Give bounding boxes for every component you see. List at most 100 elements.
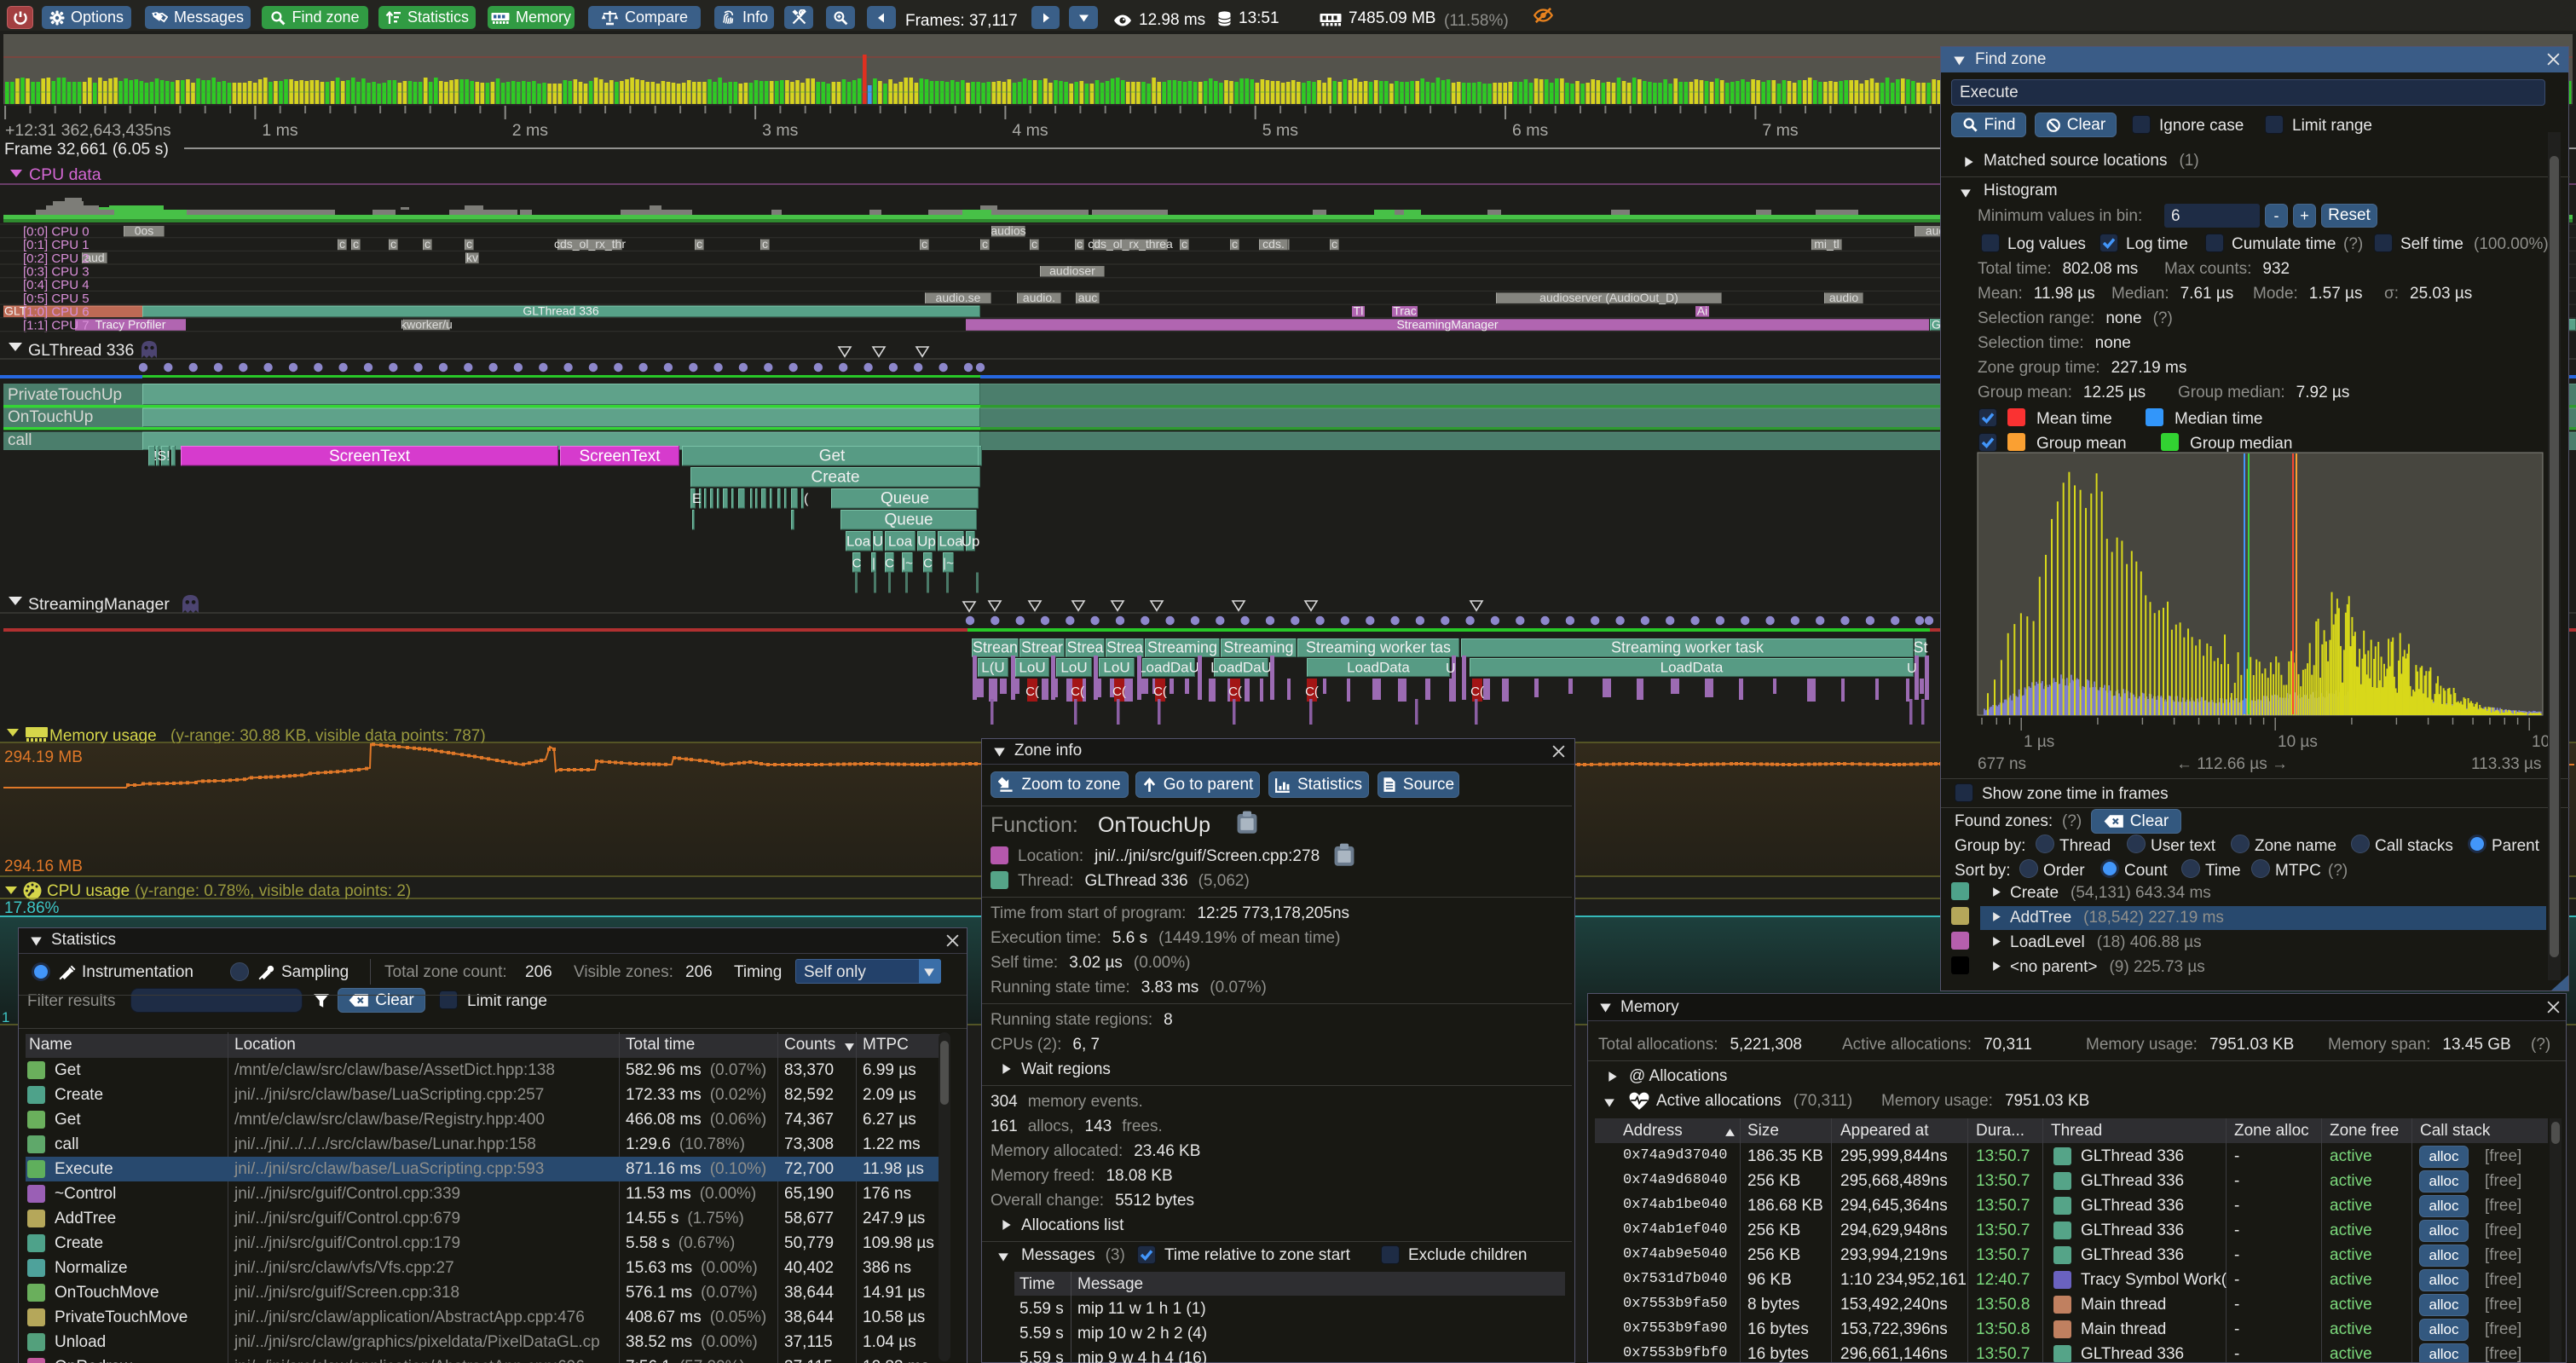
svg-text:Strean: Strean bbox=[973, 639, 1018, 656]
svg-text:[0:5] CPU 5: [0:5] CPU 5 bbox=[23, 292, 90, 306]
svg-text:Strea: Strea bbox=[1106, 639, 1144, 656]
svg-text:audioser: audioser bbox=[1049, 264, 1095, 278]
svg-text:C: C bbox=[852, 556, 862, 570]
svg-text:audio.: audio. bbox=[1023, 291, 1055, 304]
svg-text:(y-range: 0.78%, visible data: (y-range: 0.78%, visible data points: 2) bbox=[135, 882, 411, 900]
svg-text:c: c bbox=[921, 237, 927, 251]
svg-text:17.86%: 17.86% bbox=[4, 899, 60, 917]
svg-text:1 ms: 1 ms bbox=[262, 121, 298, 140]
svg-text:Streaming worker tas: Streaming worker tas bbox=[1306, 639, 1451, 656]
svg-text:5 ms: 5 ms bbox=[1262, 121, 1299, 140]
svg-text:C: C bbox=[885, 556, 894, 570]
svg-text:Tl: Tl bbox=[1354, 304, 1364, 318]
svg-text:!S!: !S! bbox=[153, 449, 170, 464]
svg-text:CPU data: CPU data bbox=[29, 165, 101, 184]
svg-text:Strea: Strea bbox=[1066, 639, 1104, 656]
svg-text:4 ms: 4 ms bbox=[1012, 121, 1048, 140]
svg-text:LoadDaU: LoadDaU bbox=[1210, 660, 1272, 676]
svg-text:Streaming: Streaming bbox=[1147, 639, 1217, 656]
svg-text:audio: audio bbox=[1829, 291, 1858, 304]
svg-text:0os: 0os bbox=[135, 224, 154, 238]
svg-text:7 ms: 7 ms bbox=[1762, 121, 1799, 140]
svg-text:E: E bbox=[692, 492, 702, 506]
svg-text:Streaming worker task: Streaming worker task bbox=[1611, 639, 1765, 656]
svg-text:Queue: Queue bbox=[884, 511, 933, 528]
svg-text:kworker/u: kworker/u bbox=[401, 317, 453, 331]
svg-text:[0:4] CPU 4: [0:4] CPU 4 bbox=[23, 278, 90, 292]
svg-text:Loa: Loa bbox=[939, 533, 963, 549]
svg-text:call: call bbox=[8, 431, 32, 449]
svg-text:c: c bbox=[1031, 237, 1037, 251]
svg-text:LoadData: LoadData bbox=[1661, 660, 1724, 676]
svg-text:C(: C( bbox=[1112, 684, 1126, 699]
svg-text:Tracy Profiler: Tracy Profiler bbox=[95, 317, 166, 331]
svg-text:[0:2] CPU 2: [0:2] CPU 2 bbox=[23, 251, 90, 266]
svg-text:+12:31 362,643,435ns: +12:31 362,643,435ns bbox=[5, 121, 171, 140]
svg-text:cds_ol_rx_thr: cds_ol_rx_thr bbox=[554, 237, 626, 251]
svg-text:C(: C( bbox=[1470, 684, 1484, 699]
svg-text:U: U bbox=[1907, 661, 1917, 676]
svg-text:2 ms: 2 ms bbox=[512, 121, 549, 140]
svg-text:|~: |~ bbox=[902, 556, 913, 570]
svg-text:Streaming: Streaming bbox=[1223, 639, 1293, 656]
svg-text:6 ms: 6 ms bbox=[1512, 121, 1549, 140]
svg-text:c: c bbox=[696, 237, 702, 251]
svg-text:c: c bbox=[353, 237, 359, 251]
svg-text:c: c bbox=[466, 237, 472, 251]
svg-text:Loa: Loa bbox=[888, 533, 913, 549]
svg-text:LoU: LoU bbox=[1060, 660, 1087, 676]
svg-text:C(: C( bbox=[1305, 684, 1319, 699]
svg-text:(: ( bbox=[804, 492, 809, 506]
svg-text:294.19 MB: 294.19 MB bbox=[4, 748, 83, 766]
svg-text:kv: kv bbox=[466, 251, 478, 264]
svg-text:U: U bbox=[1446, 661, 1456, 676]
svg-text:auc: auc bbox=[1078, 291, 1098, 304]
svg-text:C(: C( bbox=[1025, 684, 1039, 699]
svg-text:Strear: Strear bbox=[1021, 639, 1063, 656]
svg-text:c: c bbox=[339, 237, 345, 251]
svg-text:LoadDaU: LoadDaU bbox=[1138, 660, 1199, 676]
svg-text:c: c bbox=[762, 237, 768, 251]
svg-text:ScreenText: ScreenText bbox=[579, 448, 661, 465]
svg-text:OnTouchUp: OnTouchUp bbox=[8, 408, 93, 426]
svg-text:[0:3] CPU 3: [0:3] CPU 3 bbox=[23, 265, 90, 280]
svg-text:ScreenText: ScreenText bbox=[329, 448, 411, 465]
svg-text:CPU usage: CPU usage bbox=[47, 882, 130, 900]
svg-text:Get: Get bbox=[819, 447, 846, 465]
svg-text:C(: C( bbox=[1153, 684, 1167, 699]
svg-text:GLThread 336: GLThread 336 bbox=[523, 304, 598, 318]
svg-text:LoU: LoU bbox=[1019, 660, 1045, 676]
svg-text:[0:1] CPU 1: [0:1] CPU 1 bbox=[23, 238, 90, 252]
svg-text:c: c bbox=[982, 237, 988, 251]
svg-text:Loa: Loa bbox=[846, 533, 871, 549]
svg-text:U: U bbox=[873, 533, 883, 549]
svg-text:c: c bbox=[390, 237, 396, 251]
svg-text:c: c bbox=[1331, 237, 1337, 251]
svg-text:LoU: LoU bbox=[1103, 660, 1129, 676]
svg-text:cds.: cds. bbox=[1262, 237, 1285, 251]
svg-text:|~: |~ bbox=[943, 556, 954, 570]
svg-text:GLThread 336: GLThread 336 bbox=[28, 341, 134, 360]
svg-text:[0:0] CPU 0: [0:0] CPU 0 bbox=[23, 225, 90, 240]
svg-text:PrivateTouchUp: PrivateTouchUp bbox=[8, 386, 122, 404]
svg-text:LoadData: LoadData bbox=[1347, 660, 1410, 676]
svg-text:3 ms: 3 ms bbox=[762, 121, 799, 140]
svg-text:St: St bbox=[1913, 639, 1927, 656]
svg-text:1: 1 bbox=[2, 1009, 9, 1025]
svg-text:StreamingManager: StreamingManager bbox=[1396, 317, 1498, 331]
svg-text:C(: C( bbox=[1071, 684, 1084, 699]
svg-text:StreamingManager: StreamingManager bbox=[28, 595, 170, 614]
svg-text:mi_tl: mi_tl bbox=[1814, 237, 1840, 251]
svg-text:Trac: Trac bbox=[1393, 304, 1416, 318]
svg-text:c: c bbox=[1077, 237, 1083, 251]
svg-text:[1:1] CPU 7: [1:1] CPU 7 bbox=[23, 318, 90, 332]
svg-text:|: | bbox=[872, 556, 875, 570]
svg-text:L(U: L(U bbox=[981, 660, 1004, 676]
svg-text:Create: Create bbox=[811, 468, 859, 486]
svg-text:Up: Up bbox=[917, 533, 936, 549]
svg-text:c: c bbox=[1232, 237, 1238, 251]
svg-text:c: c bbox=[1181, 237, 1187, 251]
svg-text:audio.se: audio.se bbox=[936, 291, 981, 304]
svg-text:C: C bbox=[923, 556, 933, 570]
svg-text:Ai: Ai bbox=[1697, 304, 1707, 318]
